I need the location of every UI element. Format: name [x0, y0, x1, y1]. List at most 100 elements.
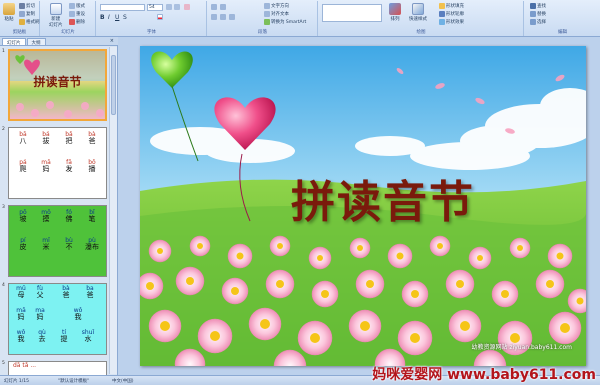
- slide-thumbnail[interactable]: 拼读音节: [8, 49, 107, 121]
- layout-button[interactable]: 版式: [69, 3, 85, 9]
- slide-thumbnail[interactable]: pō 坡 mō 摸 fó 佛 bǐ 笔 pí 皮 mǐ 米 bù 不 pù 瀑布: [8, 205, 107, 277]
- current-slide[interactable]: 拼读音节 幼教资源网站 ziyuan.baby611.com: [140, 46, 586, 366]
- pinyin-cell: mō 摸: [41, 209, 51, 223]
- align-text-button[interactable]: 对齐文本: [264, 11, 289, 17]
- pinyin-cell: wǒ 我: [73, 307, 83, 321]
- text-direction-button[interactable]: 文字方向: [264, 3, 289, 9]
- pinyin-cell: mǔ 母: [16, 285, 26, 299]
- copy-icon: [19, 11, 25, 17]
- quick-styles-button[interactable]: 快速样式: [409, 3, 427, 22]
- slide-thumb-partial: dā tǎ ...: [13, 362, 37, 369]
- slide-number: 1: [2, 49, 5, 54]
- editing-group: 查找 替换 选择 编辑: [525, 1, 600, 36]
- pinyin-cell: bā 八: [19, 131, 27, 145]
- replace-icon: [530, 11, 536, 17]
- new-slide-button[interactable]: 新建 幻灯片: [49, 3, 63, 28]
- tab-slides[interactable]: 幻灯片: [2, 38, 26, 46]
- shape-outline-button[interactable]: 形状轮廓: [439, 11, 464, 17]
- clipboard-label: 剪贴板: [12, 30, 27, 35]
- close-icon[interactable]: ×: [110, 38, 114, 44]
- align-left-button[interactable]: [211, 14, 217, 20]
- shrink-font-button[interactable]: [174, 4, 180, 10]
- arrange-button[interactable]: 排列: [389, 3, 401, 22]
- layout-icon: [69, 3, 75, 9]
- clear-format-button[interactable]: [184, 4, 190, 10]
- slide-thumb-title: 拼读音节: [33, 75, 82, 89]
- pinyin-cell: tí 提: [60, 329, 68, 343]
- pinyin-cell: pō 坡: [19, 209, 27, 223]
- pinyin-cell: bà 爸: [62, 285, 70, 299]
- scissors-icon: [19, 3, 25, 9]
- select-button[interactable]: 选择: [530, 19, 546, 25]
- theme-name: "默认设计模板": [58, 379, 90, 384]
- pinyin-cell: fā 发: [65, 159, 73, 173]
- paragraph-label: 段落: [258, 30, 267, 35]
- align-center-icon: [220, 14, 226, 20]
- language-indicator[interactable]: 中文(中国): [112, 378, 134, 384]
- slides-panel: 幻灯片 大纲 × 1 拼读音节 2 bā 八 bá 拔 bǎ 把 bà 爸 pá…: [0, 37, 118, 375]
- eraser-icon: [184, 4, 190, 10]
- shape-effects-button[interactable]: 形状效果: [439, 19, 464, 25]
- slide-title[interactable]: 拼读音节: [140, 166, 586, 230]
- replace-button[interactable]: 替换: [530, 11, 546, 17]
- slide-thumbnail[interactable]: bā 八 bá 拔 bǎ 把 bà 爸 pá 爬 mā 妈 fā 发 bō 播: [8, 127, 107, 199]
- delete-slide-button[interactable]: 删除: [69, 19, 85, 25]
- slide-credit: 幼教资源网站 ziyuan.baby611.com: [471, 344, 572, 351]
- smartart-button[interactable]: 转换为 SmartArt: [264, 19, 306, 25]
- shapes-gallery[interactable]: [322, 4, 382, 22]
- numbering-button[interactable]: [220, 4, 226, 10]
- pinyin-cell: mǐ 米: [42, 237, 50, 251]
- slide-number: 3: [2, 205, 5, 210]
- slide-number: 5: [2, 361, 5, 366]
- new-slide-icon: [49, 3, 62, 15]
- bullets-button[interactable]: [211, 4, 217, 10]
- paint-bucket-icon: [439, 3, 445, 9]
- align-right-button[interactable]: [229, 14, 235, 20]
- align-center-button[interactable]: [220, 14, 226, 20]
- pinyin-cell: ma 妈: [35, 307, 45, 321]
- pinyin-cell: bǐ 笔: [88, 209, 96, 223]
- pinyin-cell: bà 爸: [88, 131, 96, 145]
- pinyin-cell: mā 妈: [16, 307, 26, 321]
- font-color-button[interactable]: [157, 14, 163, 20]
- format-painter-button[interactable]: 格式刷: [19, 19, 40, 25]
- italic-button[interactable]: I: [108, 14, 110, 21]
- slides-label: 幻灯片: [61, 30, 75, 35]
- strikethrough-button[interactable]: S: [123, 14, 127, 21]
- panel-scrollbar[interactable]: [109, 47, 117, 374]
- grow-font-icon: [166, 4, 172, 10]
- underline-button[interactable]: U: [115, 14, 119, 21]
- pinyin-cell: bǎ 把: [65, 131, 73, 145]
- slide-thumbnail[interactable]: mǔ 母 fù 父 bà 爸 ba 爸 mā 妈 ma 妈 wǒ 我 wǒ 我 qù 去 tí 提 …: [8, 283, 107, 355]
- find-button[interactable]: 查找: [530, 3, 546, 9]
- grow-font-button[interactable]: [166, 4, 172, 10]
- slide-number: 4: [2, 283, 5, 288]
- reset-icon: [69, 11, 75, 17]
- paste-icon: [3, 3, 15, 15]
- smartart-icon: [264, 19, 270, 25]
- shape-fill-button[interactable]: 形状填充: [439, 3, 464, 9]
- cut-button[interactable]: 剪切: [19, 3, 35, 9]
- pinyin-cell: bá 拔: [42, 131, 50, 145]
- pinyin-cell: mā 妈: [41, 159, 51, 173]
- copy-button[interactable]: 复制: [19, 11, 35, 17]
- slide-thumbnail[interactable]: dā tǎ ...: [8, 361, 107, 375]
- tab-outline[interactable]: 大纲: [26, 38, 46, 46]
- pinyin-cell: fó 佛: [65, 209, 73, 223]
- cursor-icon: [530, 19, 536, 25]
- reset-button[interactable]: 重设: [69, 11, 85, 17]
- clipboard-group: 粘贴 剪切 复制 格式刷 剪贴板: [0, 1, 40, 36]
- pinyin-cell: fù 父: [36, 285, 44, 299]
- align-left-icon: [211, 14, 217, 20]
- effects-icon: [439, 19, 445, 25]
- font-size-field[interactable]: 54: [147, 4, 163, 11]
- delete-icon: [69, 19, 75, 25]
- font-name-field[interactable]: [100, 4, 145, 11]
- numbering-icon: [220, 4, 226, 10]
- shrink-font-icon: [174, 4, 180, 10]
- scrollbar-thumb[interactable]: [111, 55, 116, 115]
- paste-button[interactable]: 粘贴: [3, 3, 15, 22]
- pinyin-cell: ba 爸: [86, 285, 94, 299]
- pinyin-cell: qù 去: [38, 329, 46, 343]
- bold-button[interactable]: B: [100, 14, 105, 21]
